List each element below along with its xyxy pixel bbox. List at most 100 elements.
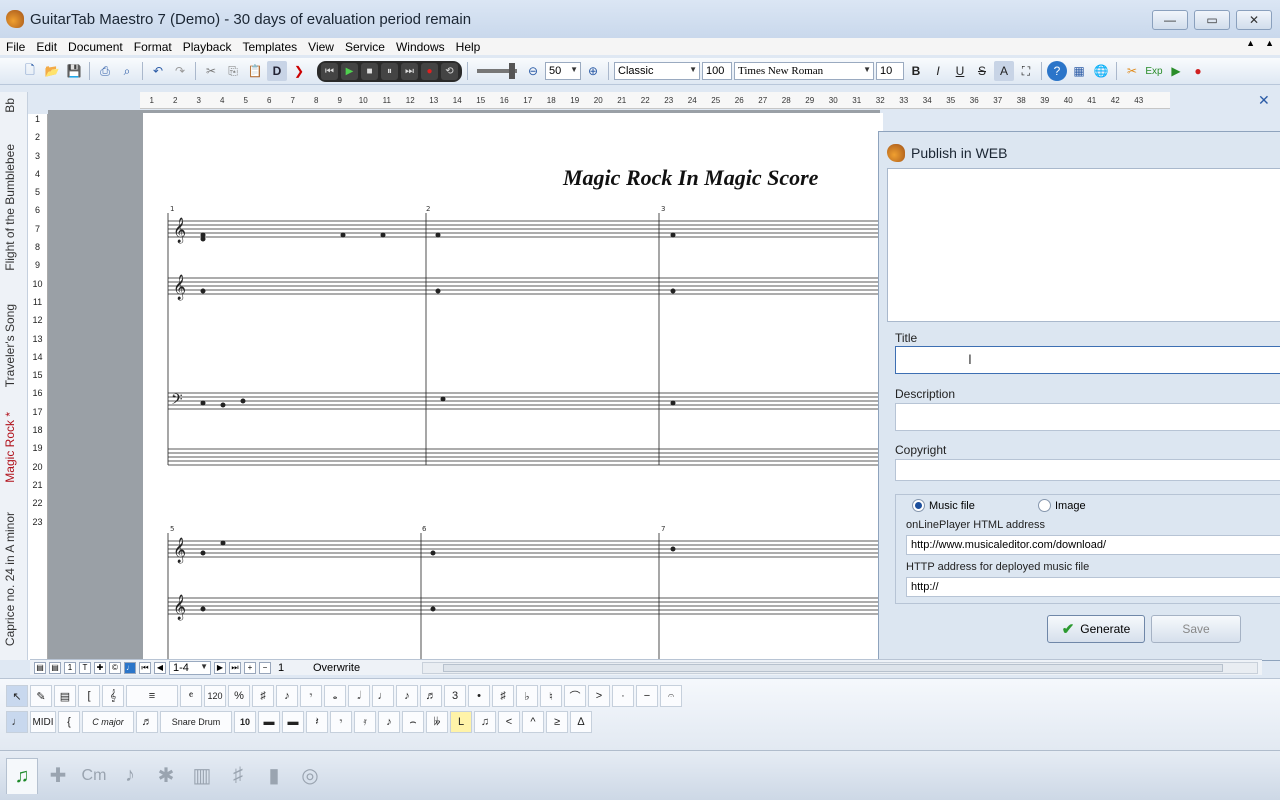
minimize-button[interactable]: — — [1152, 10, 1188, 30]
player-address-field[interactable]: http://www.musicaleditor.com/download/ — [906, 535, 1280, 555]
zoom-in-icon[interactable]: ⊕ — [583, 61, 603, 81]
size-percent-spin[interactable]: 100 — [702, 62, 732, 80]
menu-document[interactable]: Document — [62, 40, 128, 54]
menu-templates[interactable]: Templates — [236, 40, 302, 54]
note-value-icon[interactable]: ♪ — [276, 685, 298, 707]
fermata-icon[interactable]: 𝄐 — [660, 685, 682, 707]
eighth-note-icon[interactable]: ♪ — [396, 685, 418, 707]
menu-playback[interactable]: Playback — [177, 40, 237, 54]
globe-icon[interactable]: 🌐 — [1091, 61, 1111, 81]
rewind-icon[interactable]: ⏮ — [321, 62, 338, 80]
key-signature-label[interactable]: C major — [82, 711, 134, 733]
font-size-spin[interactable]: 10 — [876, 62, 904, 80]
first-page-icon[interactable]: ⏮ — [139, 661, 151, 674]
trill-icon[interactable]: ∆ — [570, 711, 592, 733]
slur-icon[interactable]: ⌒ — [564, 685, 586, 707]
add-page-icon[interactable]: + — [244, 661, 256, 674]
print-preview-icon[interactable]: ⌕ — [117, 61, 137, 81]
stop-icon[interactable]: ■ — [361, 62, 378, 80]
piano-tab-icon[interactable]: ▥ — [186, 758, 218, 794]
record-icon[interactable]: ● — [421, 62, 438, 80]
new-file-icon[interactable]: 🗋 — [20, 61, 40, 81]
ninth-icon[interactable]: ♯ — [252, 685, 274, 707]
quarter-note-icon[interactable]: ♩ — [372, 685, 394, 707]
tenuto-icon[interactable]: − — [636, 685, 658, 707]
lyrics-icon[interactable]: L — [450, 711, 472, 733]
half-note-icon[interactable]: 𝅗𝅥 — [348, 685, 370, 707]
view-mode-1-icon[interactable]: ▤ — [34, 661, 46, 674]
page-tool-icon[interactable]: ▤ — [54, 685, 76, 707]
description-field[interactable] — [895, 403, 1280, 431]
bracket-icon[interactable]: [ — [78, 685, 100, 707]
open-folder-icon[interactable]: 📂 — [42, 61, 62, 81]
brace-icon[interactable]: { — [58, 711, 80, 733]
zoom-out-icon[interactable]: ⊖ — [523, 61, 543, 81]
half-rest-icon[interactable]: ▬ — [282, 711, 304, 733]
mixer-tab-icon[interactable]: ▮ — [258, 758, 290, 794]
loop-icon[interactable]: ⟲ — [441, 62, 458, 80]
undo-icon[interactable]: ↶ — [148, 61, 168, 81]
midi-button[interactable]: MIDI — [30, 711, 56, 733]
mdi-close-icon[interactable]: ▲ — [1265, 38, 1274, 48]
redo-icon[interactable]: ↷ — [170, 61, 190, 81]
staff-lines-icon[interactable]: ≡ — [126, 685, 178, 707]
menu-edit[interactable]: Edit — [30, 40, 62, 54]
text-color-icon[interactable]: A — [994, 61, 1014, 81]
time-signature-icon[interactable]: 𝄴 — [180, 685, 202, 707]
sharp-icon[interactable]: ♯ — [492, 685, 514, 707]
pencil-tool-icon[interactable]: ✎ — [30, 685, 52, 707]
menu-format[interactable]: Format — [128, 40, 177, 54]
natural-icon[interactable]: ♮ — [540, 685, 562, 707]
eighth-rest-icon[interactable]: 𝄾 — [330, 711, 352, 733]
image-radio[interactable]: Image — [1038, 499, 1086, 512]
staccato-icon[interactable]: · — [612, 685, 634, 707]
notes-tab-icon[interactable]: ♫ — [6, 757, 38, 794]
zoom-combo[interactable]: 50 ▼ — [545, 62, 581, 80]
save-button[interactable]: Save — [1151, 615, 1241, 643]
guitar-view-icon[interactable]: ✚ — [94, 661, 106, 674]
notation-tab-icon[interactable]: ♪ — [114, 758, 146, 794]
crescendo-icon[interactable]: < — [498, 711, 520, 733]
next-page-icon[interactable]: ▶ — [214, 661, 226, 674]
double-flat-icon[interactable]: 𝄫 — [426, 711, 448, 733]
quarter-rest-icon[interactable]: 𝄽 — [306, 711, 328, 733]
mdi-up-icon[interactable]: ▲ — [1246, 38, 1255, 48]
d-mode-icon[interactable]: D — [267, 61, 287, 81]
last-page-icon[interactable]: ⏭ — [229, 661, 241, 674]
menu-view[interactable]: View — [302, 40, 339, 54]
tab-travelers-song[interactable]: Traveler's Song — [3, 304, 17, 387]
pause-icon[interactable]: ⏸ — [381, 62, 398, 80]
cut-icon[interactable]: ✂ — [201, 61, 221, 81]
close-panel-icon[interactable]: ✕ — [1258, 92, 1270, 109]
sixteenth-rest-icon[interactable]: 𝄿 — [354, 711, 376, 733]
menu-windows[interactable]: Windows — [390, 40, 450, 54]
grace-note-icon[interactable]: ♪ — [378, 711, 400, 733]
chords-tab-icon[interactable]: ✚ — [42, 758, 74, 794]
menu-file[interactable]: File — [0, 40, 30, 54]
horizontal-scrollbar[interactable] — [422, 662, 1258, 674]
percent-icon[interactable]: % — [228, 685, 250, 707]
cm-tab-icon[interactable]: Cm — [78, 758, 110, 794]
marcato-icon[interactable]: ^ — [522, 711, 544, 733]
copy-icon[interactable]: ⎘ — [223, 61, 243, 81]
remove-page-icon[interactable]: − — [259, 661, 271, 674]
rest-icon[interactable]: 𝄾 — [300, 685, 322, 707]
export-icon[interactable]: Exp — [1144, 61, 1164, 81]
tab-flight-bumblebee[interactable]: Flight of the Bumblebee — [3, 144, 17, 271]
dot-icon[interactable]: • — [468, 685, 490, 707]
help-icon[interactable]: ? — [1047, 61, 1067, 81]
title-field[interactable] — [895, 346, 1280, 374]
save-icon[interactable]: 💾 — [64, 61, 84, 81]
view-mode-tab-icon[interactable]: T — [79, 661, 91, 674]
dynamics-icon[interactable]: ≥ — [546, 711, 568, 733]
note-view-icon[interactable]: ♩ — [124, 661, 136, 674]
menu-service[interactable]: Service — [339, 40, 390, 54]
copyright-view-icon[interactable]: © — [109, 661, 121, 674]
http-address-field[interactable]: http:// — [906, 577, 1280, 597]
style-combo[interactable]: Classic ▼ — [614, 62, 700, 80]
print-icon[interactable]: ⎙ — [95, 61, 115, 81]
close-button[interactable]: ✕ — [1236, 10, 1272, 30]
strike-icon[interactable]: S — [972, 61, 992, 81]
record-file-icon[interactable]: ● — [1188, 61, 1208, 81]
bold-icon[interactable]: B — [906, 61, 926, 81]
